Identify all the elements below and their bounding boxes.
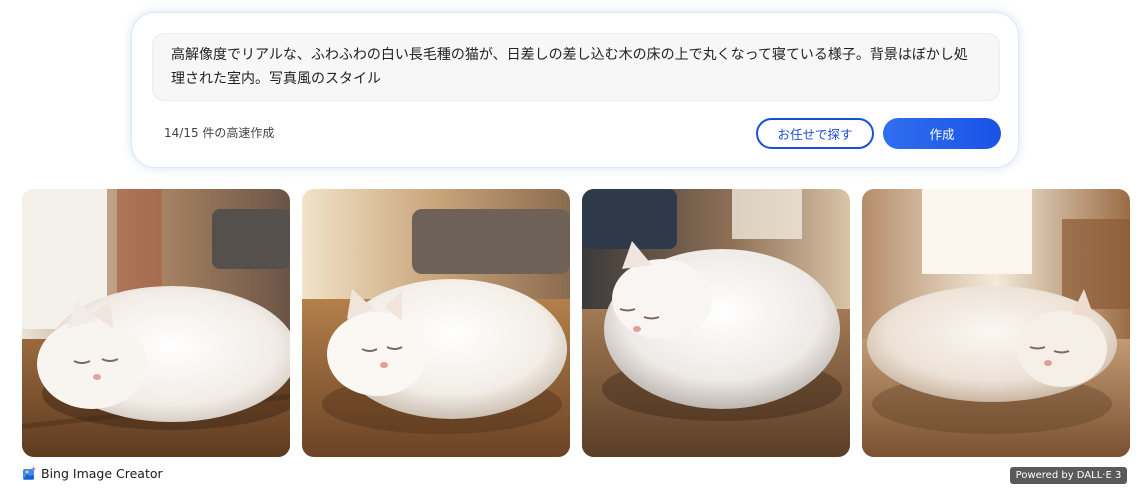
generated-image-2[interactable] [302, 189, 570, 457]
bing-image-creator-page: 高解像度でリアルな、ふわふわの白い長毛種の猫が、日差しの差し込む木の床の上で丸く… [0, 0, 1145, 497]
powered-by-badge: Powered by DALL·E 3 [1010, 467, 1127, 484]
generated-image-3[interactable] [582, 189, 850, 457]
generated-image-1[interactable] [22, 189, 290, 457]
prompt-card: 高解像度でリアルな、ふわふわの白い長毛種の猫が、日差しの差し込む木の床の上で丸く… [131, 12, 1019, 168]
brand-label: Bing Image Creator [41, 466, 163, 481]
bing-image-creator-icon [22, 466, 37, 481]
boost-counter: 14/15 件の高速作成 [164, 126, 275, 140]
sleeping-white-cat-image [862, 189, 1130, 457]
create-button[interactable]: 作成 [883, 118, 1001, 149]
sleeping-white-cat-image [22, 189, 290, 457]
generated-image-4[interactable] [862, 189, 1130, 457]
brand[interactable]: Bing Image Creator [22, 466, 163, 481]
sleeping-white-cat-image [302, 189, 570, 457]
prompt-input[interactable]: 高解像度でリアルな、ふわふわの白い長毛種の猫が、日差しの差し込む木の床の上で丸く… [152, 33, 1000, 101]
sleeping-white-cat-image [582, 189, 850, 457]
surprise-me-button[interactable]: お任せで探す [756, 118, 874, 149]
